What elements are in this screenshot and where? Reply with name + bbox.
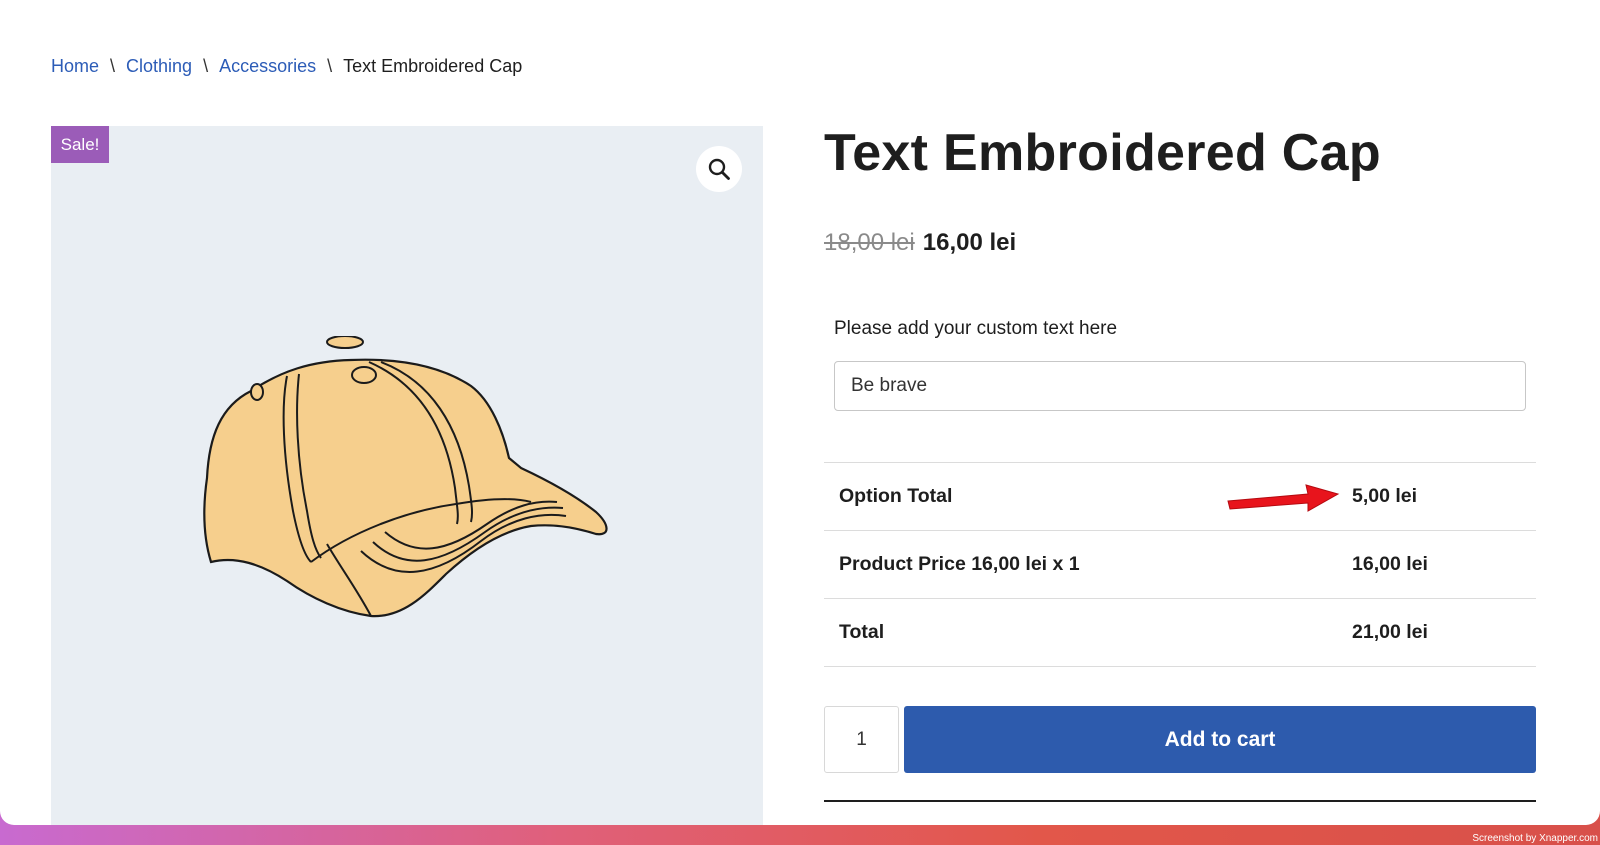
breadcrumb-home-link[interactable]: Home bbox=[51, 54, 99, 78]
breadcrumb-clothing-link[interactable]: Clothing bbox=[126, 54, 192, 78]
watermark: Screenshot by Xnapper.com bbox=[1472, 833, 1598, 844]
totals-label: Product Price 16,00 lei x 1 bbox=[839, 553, 1080, 575]
totals-value: 21,00 lei bbox=[1352, 621, 1428, 643]
totals-row-product-price: Product Price 16,00 lei x 1 16,00 lei bbox=[824, 531, 1536, 599]
custom-text-input[interactable] bbox=[834, 361, 1526, 411]
quantity-input[interactable] bbox=[824, 706, 899, 773]
cap-product-image bbox=[203, 336, 608, 618]
sale-badge: Sale! bbox=[51, 126, 109, 163]
add-to-cart-form: Add to cart bbox=[824, 706, 1536, 774]
totals-row-total: Total 21,00 lei bbox=[824, 599, 1536, 667]
totals-value: 16,00 lei bbox=[1352, 553, 1428, 575]
breadcrumb-separator: \ bbox=[327, 56, 333, 76]
breadcrumb-accessories-link[interactable]: Accessories bbox=[219, 54, 316, 78]
product-title: Text Embroidered Cap bbox=[824, 124, 1381, 182]
product-summary: Text Embroidered Cap 18,00 lei 16,00 lei… bbox=[824, 120, 1536, 802]
add-to-cart-button[interactable]: Add to cart bbox=[904, 706, 1536, 773]
breadcrumb-current: Text Embroidered Cap bbox=[343, 56, 523, 76]
totals-label: Total bbox=[839, 621, 885, 643]
section-divider bbox=[824, 800, 1536, 802]
product-gallery[interactable]: Sale! bbox=[51, 126, 763, 825]
product-page: Home \ Clothing \ Accessories \ Text Emb… bbox=[0, 0, 1600, 825]
totals-label: Option Total bbox=[839, 485, 953, 507]
zoom-button[interactable] bbox=[696, 146, 742, 192]
breadcrumb-separator: \ bbox=[203, 56, 209, 76]
breadcrumb-separator: \ bbox=[110, 56, 116, 76]
price-row: 18,00 lei 16,00 lei bbox=[824, 228, 1536, 258]
totals-row-option-total: Option Total 5,00 lei bbox=[824, 463, 1536, 531]
regular-price: 18,00 lei bbox=[824, 229, 915, 256]
sale-price: 16,00 lei bbox=[922, 229, 1017, 256]
totals-value: 5,00 lei bbox=[1352, 485, 1418, 507]
custom-text-label: Please add your custom text here bbox=[834, 318, 1118, 339]
red-arrow-annotation-icon bbox=[1227, 484, 1340, 512]
option-totals-table: Option Total 5,00 lei Product Price 16,0… bbox=[824, 462, 1536, 667]
magnifier-icon bbox=[708, 158, 730, 180]
breadcrumb: Home \ Clothing \ Accessories \ Text Emb… bbox=[51, 54, 522, 78]
